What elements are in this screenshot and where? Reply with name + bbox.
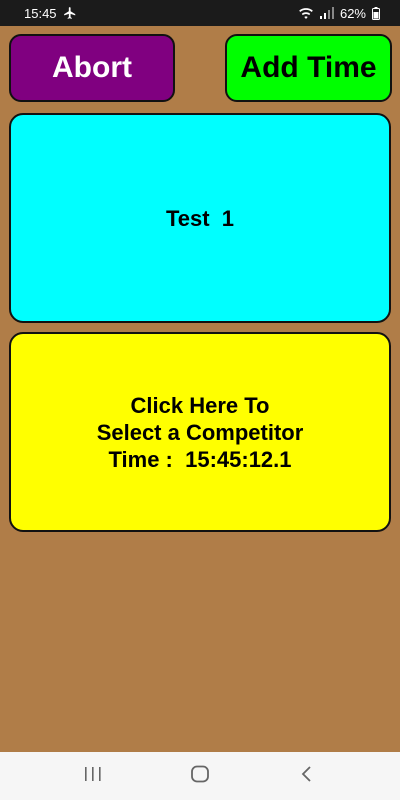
battery-percent: 62% (339, 5, 366, 21)
select-line-2: Select a Competitor (96, 419, 304, 445)
airplane-mode-icon (63, 6, 77, 20)
wifi-icon (298, 7, 314, 20)
battery-icon (372, 6, 380, 20)
time-readout: Time : 15:45:12.1 (108, 446, 292, 472)
home-button[interactable] (170, 756, 230, 796)
status-right: 62% (298, 6, 380, 21)
abort-button[interactable]: Abort (9, 34, 175, 102)
add-time-button[interactable]: Add Time (225, 34, 392, 102)
status-left: 15:45 (24, 6, 77, 21)
event-label: Test 1 (165, 205, 235, 231)
select-competitor-panel[interactable]: Click Here To Select a Competitor Time :… (9, 332, 391, 532)
status-time: 15:45 (24, 5, 57, 21)
add-time-button-label: Add Time (240, 51, 377, 84)
signal-icon (319, 7, 334, 19)
home-icon (190, 765, 210, 788)
abort-button-label: Abort (52, 51, 132, 84)
back-icon (300, 765, 314, 788)
event-panel[interactable]: Test 1 (9, 113, 391, 323)
recent-apps-button[interactable] (63, 756, 123, 796)
navigation-bar (0, 752, 400, 800)
select-line-1: Click Here To (130, 392, 270, 418)
recent-apps-icon (83, 766, 103, 787)
back-button[interactable] (277, 756, 337, 796)
status-bar: 15:45 62% (0, 0, 400, 26)
